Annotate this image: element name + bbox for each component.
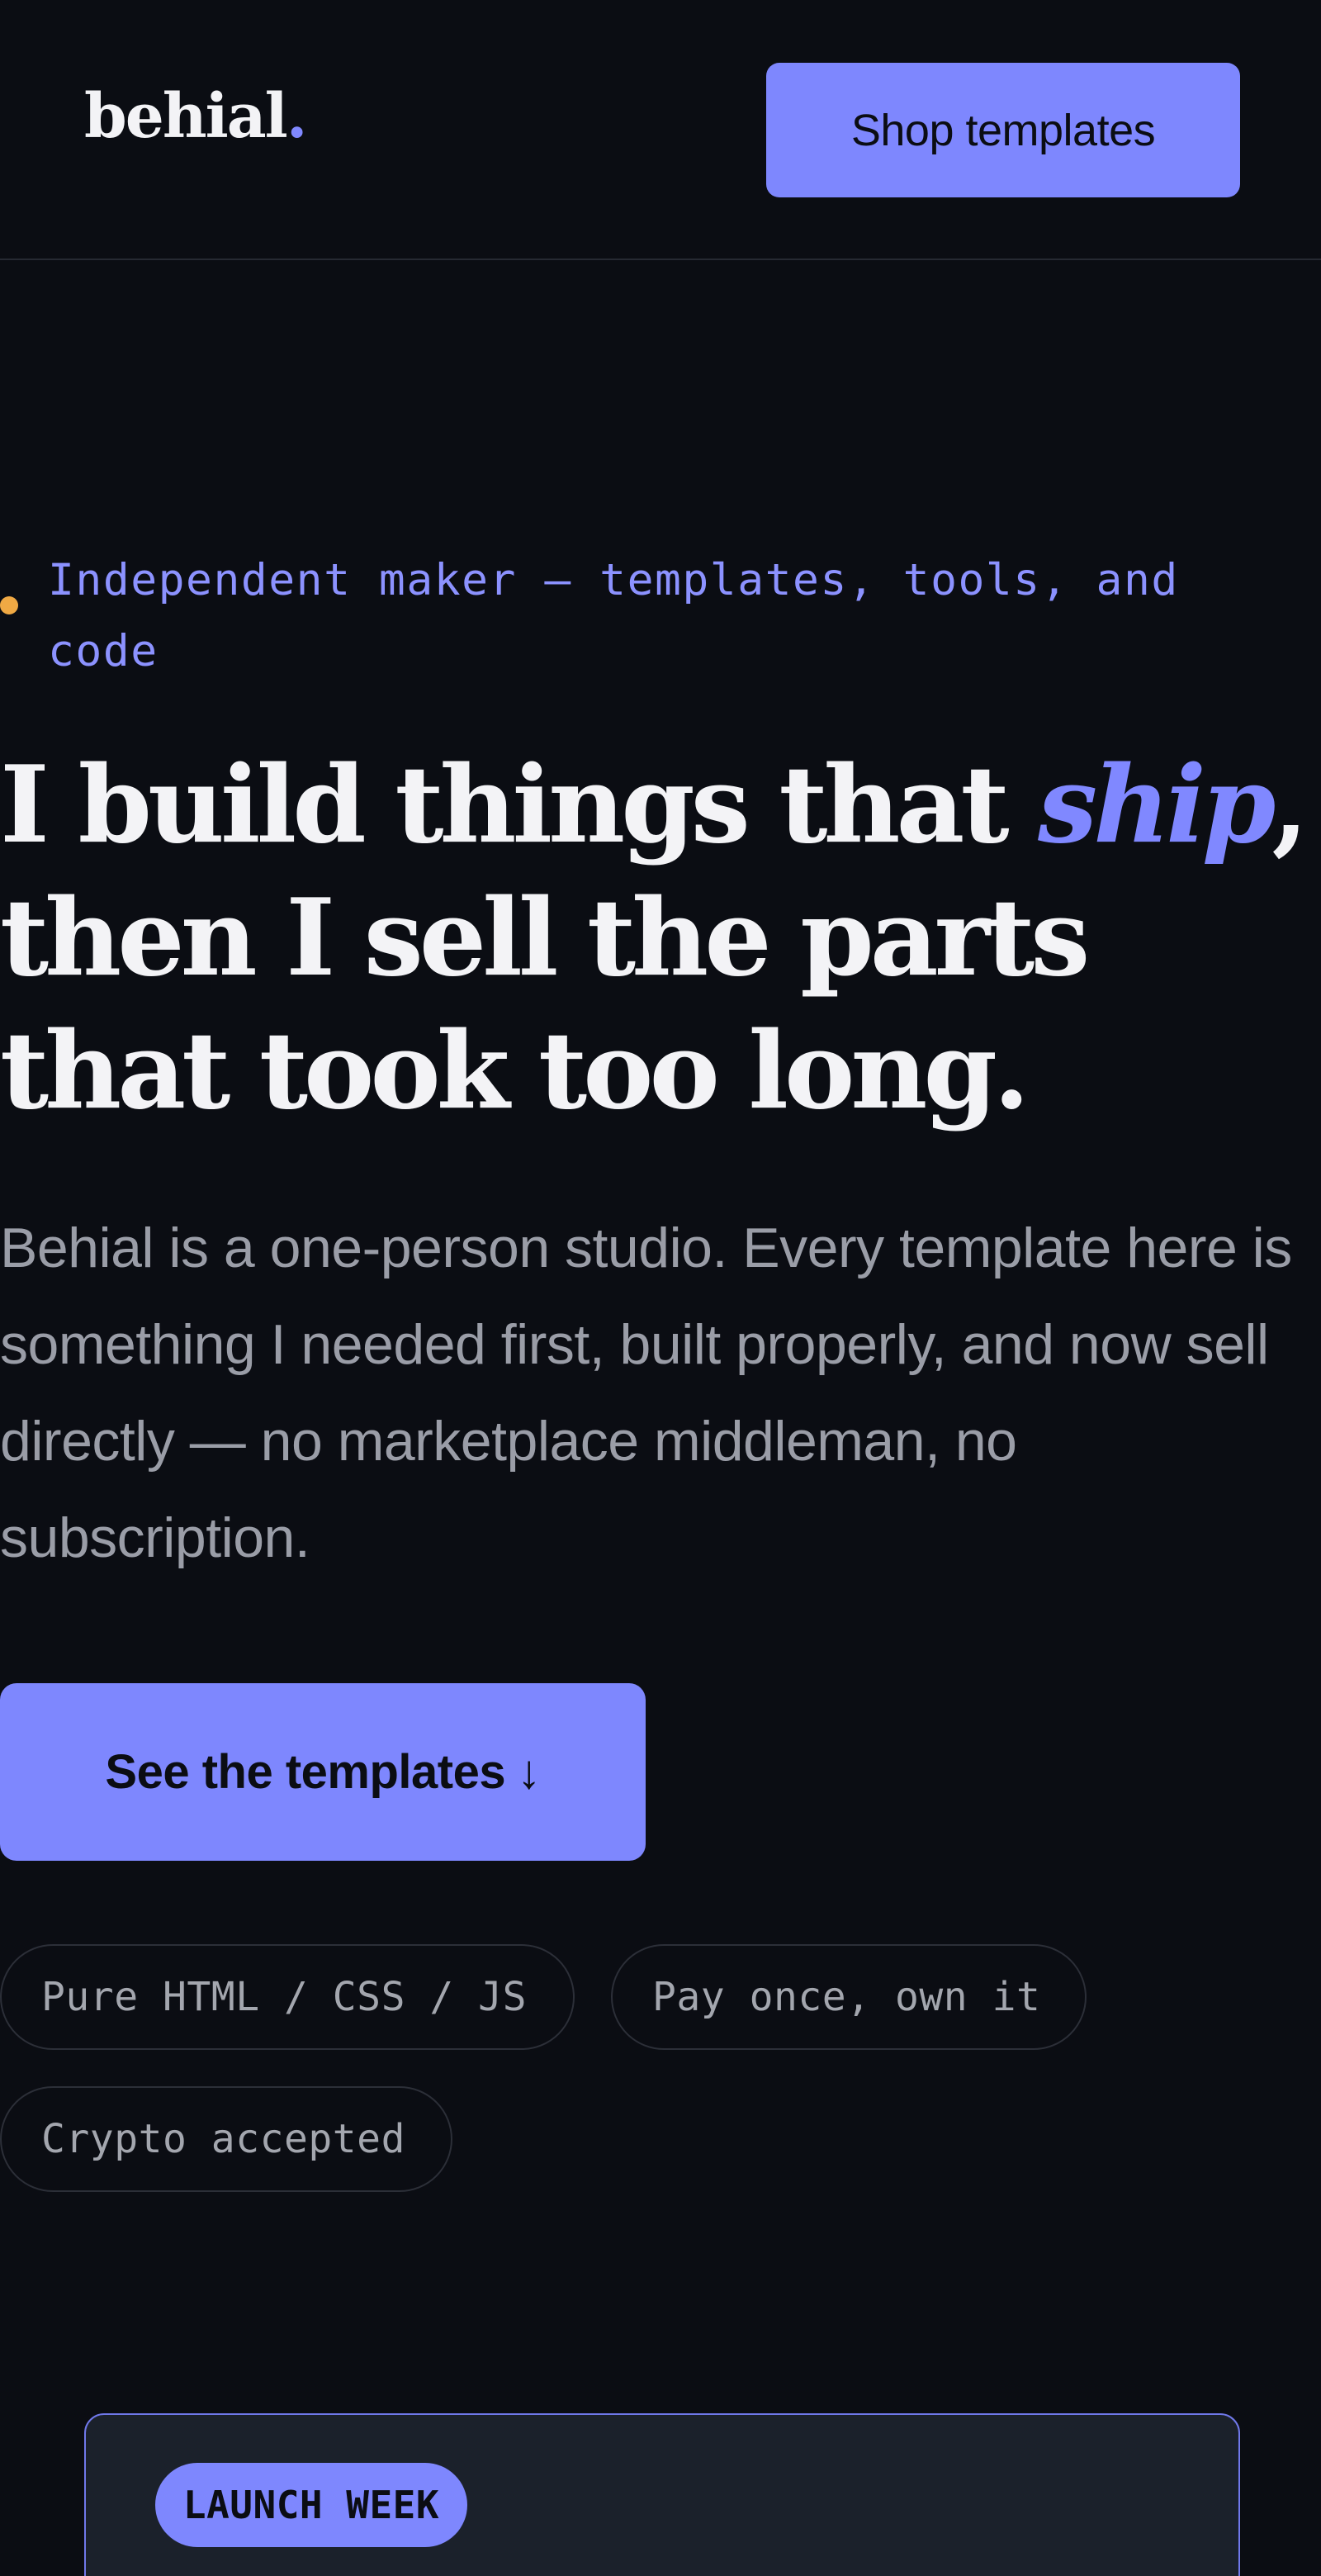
hero-headline: I build things that ship, then I sell th… [0,739,1321,1138]
see-templates-button[interactable]: See the templates ↓ [0,1683,646,1861]
launch-week-card: LAUNCH WEEK [84,2413,1240,2576]
tag-pure-html: Pure HTML / CSS / JS [0,1944,575,2050]
see-templates-label: See the templates [105,1745,506,1799]
hero-eyebrow: Independent maker — templates, tools, an… [48,555,1179,676]
tag-crypto: Crypto accepted [0,2086,452,2192]
arrow-down-icon: ↓ [517,1745,541,1799]
site-header: behial. Shop templates [0,0,1321,260]
launch-week-badge: LAUNCH WEEK [155,2463,467,2547]
brand-logo[interactable]: behial. [84,86,308,147]
shop-templates-button[interactable]: Shop templates [766,63,1240,197]
headline-text-start: I build things that [0,743,1039,867]
status-dot-icon [0,596,18,614]
page: behial. Shop templates Independent maker… [0,0,1321,2576]
logo-text: behial [84,81,288,152]
headline-accent-word: ship [1038,743,1276,867]
tag-pay-once: Pay once, own it [611,1944,1087,2050]
logo-dot: . [286,81,308,152]
hero-lead-paragraph: Behial is a one-person studio. Every tem… [0,1217,1292,1569]
